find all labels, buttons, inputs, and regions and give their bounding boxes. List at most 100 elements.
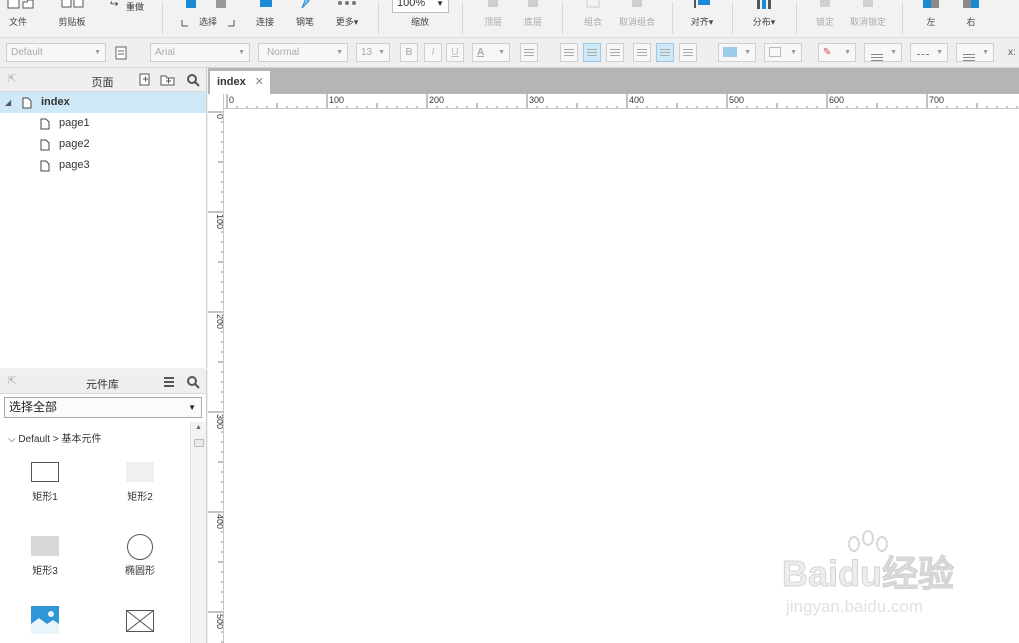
widget-rectangle-3[interactable]: 矩形3: [15, 536, 75, 577]
fill-color-select[interactable]: ▼: [718, 43, 756, 62]
ruler-label: 400: [629, 95, 644, 105]
ruler-label: 500: [729, 95, 744, 105]
widget-ellipse[interactable]: 椭圆形: [110, 534, 170, 577]
close-icon[interactable]: ✕: [255, 71, 264, 93]
separator: [796, 2, 797, 34]
send-to-back-button[interactable]: 底层: [518, 0, 548, 37]
search-icon[interactable]: [186, 73, 200, 90]
left-button[interactable]: 左: [918, 0, 944, 37]
widget-image[interactable]: [15, 606, 75, 637]
align-text-right-button[interactable]: [606, 43, 624, 62]
page-tree-item-page1[interactable]: page1: [0, 113, 206, 134]
font-color-select[interactable]: A ▼: [472, 43, 510, 62]
bring-front-icon: [483, 0, 503, 15]
select-mode-button[interactable]: 选择: [178, 0, 238, 37]
library-category-header[interactable]: ⌵ Default > 基本元件: [8, 430, 101, 445]
baidu-watermark: Baidu经验 jingyan.baidu.com: [782, 530, 955, 616]
ungroup-button[interactable]: 取消组合: [614, 0, 660, 37]
scroll-thumb[interactable]: [194, 439, 204, 447]
connect-button[interactable]: 连接: [250, 0, 280, 37]
font-size-select[interactable]: 13 ▼: [356, 43, 390, 62]
expand-caret-icon[interactable]: ◢: [5, 92, 11, 113]
bullet-list-button[interactable]: [520, 43, 538, 62]
bring-to-front-button[interactable]: 顶层: [478, 0, 508, 37]
horizontal-ruler[interactable]: 0 100 200 300 400 500 600 700: [224, 94, 1019, 109]
list-icon: [524, 49, 534, 50]
pen-button[interactable]: 钢笔: [290, 0, 320, 37]
library-panel-header: ⇱ 元件库: [0, 370, 206, 394]
zoom-label-item: 缩放: [410, 17, 429, 27]
style-edit-icon[interactable]: [115, 46, 129, 63]
chevron-down-icon: ▼: [188, 403, 196, 412]
image-placeholder-icon: [31, 606, 59, 634]
chevron-down-icon: ▼: [238, 49, 245, 56]
lock-icon: [815, 0, 835, 15]
page-icon: [40, 159, 50, 180]
add-folder-icon[interactable]: [160, 73, 176, 90]
valign-middle-button[interactable]: [656, 43, 674, 62]
watermark-url: jingyan.baidu.com: [785, 597, 923, 616]
collapse-panel-icon[interactable]: ⇱: [8, 74, 16, 85]
style-select[interactable]: Default ▼: [6, 43, 106, 62]
widget-placeholder[interactable]: [110, 610, 170, 635]
line-style-select[interactable]: ▼: [910, 43, 948, 62]
valign-bottom-button[interactable]: [679, 43, 697, 62]
chevron-down-icon: ▼: [890, 49, 897, 56]
ruler-label: 300: [215, 414, 224, 429]
add-page-icon[interactable]: [138, 73, 152, 90]
search-icon[interactable]: [186, 375, 200, 392]
page-tree-item-page3[interactable]: page3: [0, 155, 206, 176]
right-button[interactable]: 右: [958, 0, 984, 37]
italic-button[interactable]: I: [424, 43, 442, 62]
shadow-select[interactable]: ▼: [764, 43, 802, 62]
group-button[interactable]: 组合: [578, 0, 608, 37]
font-family-select[interactable]: Arial ▼: [150, 43, 250, 62]
more-dots-icon: [335, 0, 359, 15]
redo-button[interactable]: ↪ 重做: [108, 0, 148, 37]
menu-icon[interactable]: [162, 375, 176, 392]
distribute-button[interactable]: 分布▾: [746, 0, 782, 37]
align-text-center-button[interactable]: [583, 43, 601, 62]
send-back-icon: [523, 0, 543, 15]
lock-button[interactable]: 锁定: [810, 0, 840, 37]
scroll-up-icon[interactable]: ▲: [195, 424, 202, 431]
more-button[interactable]: 更多▾: [330, 0, 364, 37]
rectangle-icon: [31, 462, 59, 482]
x-coordinate-label: x:: [1008, 47, 1016, 58]
ruler-label: 0: [215, 114, 224, 119]
page-tree-item-index[interactable]: ◢ index: [0, 92, 206, 113]
pages-panel-title: 页面: [91, 77, 114, 89]
tab-index[interactable]: index ✕: [210, 71, 270, 94]
vertical-ruler[interactable]: 0 100 200 300 400 500: [208, 94, 224, 643]
file-button[interactable]: 文件: [2, 0, 34, 37]
connector-icon: [255, 0, 275, 15]
page-tree: ◢ index page1 page2 page3: [0, 92, 206, 176]
separator: [162, 2, 163, 34]
ruler-label: 400: [215, 514, 224, 529]
arrow-style-select[interactable]: ▼: [956, 43, 994, 62]
line-color-select[interactable]: ✎ ▼: [818, 43, 856, 62]
new-file-icon: [2, 0, 34, 15]
align-text-left-button[interactable]: [560, 43, 578, 62]
collapse-panel-icon[interactable]: ⇱: [8, 376, 16, 387]
library-filter-select[interactable]: 选择全部 ▼: [4, 397, 202, 418]
unlock-button[interactable]: 取消锁定: [846, 0, 890, 37]
align-button[interactable]: 对齐▾: [684, 0, 720, 37]
axure-app: 文件 剪贴板 ↪ 重做 选择 连接 钢笔 更多▾ 100% ▼ 缩放 顶层 底层…: [0, 0, 1019, 643]
font-weight-select[interactable]: Normal ▼: [258, 43, 348, 62]
line-width-select[interactable]: ▼: [864, 43, 902, 62]
widget-rectangle-2[interactable]: 矩形2: [110, 462, 170, 503]
align-right-icon: [960, 0, 982, 15]
library-scrollbar[interactable]: ▲: [190, 422, 206, 643]
align-icon: [690, 0, 714, 15]
placeholder-box-icon: [126, 610, 154, 632]
horizontal-ruler-ticks: 0 100 200 300 400 500 600 700: [226, 94, 1018, 108]
ruler-label: 200: [215, 314, 224, 329]
chevron-down-icon: ▼: [982, 49, 989, 56]
underline-button[interactable]: U: [446, 43, 464, 62]
widget-rectangle-1[interactable]: 矩形1: [15, 462, 75, 503]
bold-button[interactable]: B: [400, 43, 418, 62]
valign-top-button[interactable]: [633, 43, 651, 62]
clipboard-button[interactable]: 剪贴板: [52, 0, 92, 37]
page-tree-item-page2[interactable]: page2: [0, 134, 206, 155]
